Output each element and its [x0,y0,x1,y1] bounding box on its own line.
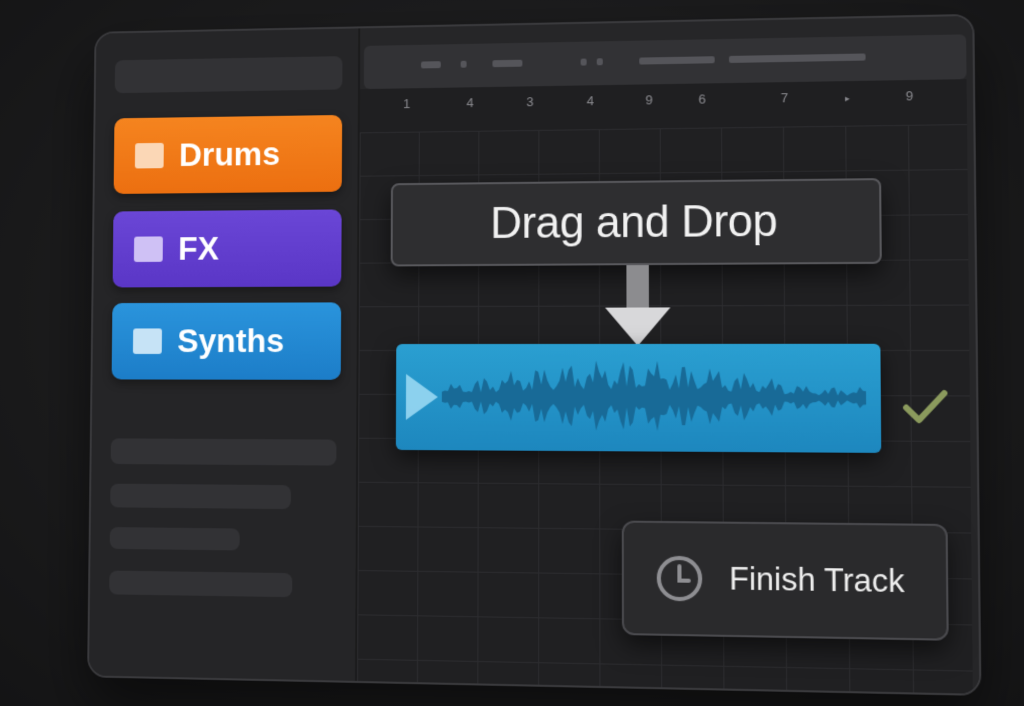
drums-swatch-icon [135,143,164,169]
sidebar-list-item[interactable] [109,571,292,598]
waveform-shape [442,360,867,432]
toolbar-control[interactable] [639,56,714,64]
clock-icon [655,554,705,604]
daw-window: Drums FX Synths 1 4 3 4 9 6 7 ▸ 9 Drag a… [87,14,981,696]
category-fx-label: FX [178,230,219,267]
stage: Drums FX Synths 1 4 3 4 9 6 7 ▸ 9 Drag a… [0,0,1024,706]
sidebar-search-placeholder[interactable] [115,56,343,93]
drag-drop-callout: Drag and Drop [391,178,882,266]
category-drums[interactable]: Drums [114,115,343,194]
synths-swatch-icon [133,328,162,354]
toolbar-control[interactable] [421,61,441,68]
checkmark-icon [902,387,949,428]
fx-swatch-icon [134,236,163,262]
category-synths-label: Synths [177,322,284,360]
category-fx[interactable]: FX [113,209,342,287]
toolbar-control[interactable] [729,53,866,63]
ruler-tick: 1 [403,96,410,111]
finish-track-label: Finish Track [729,561,905,601]
category-drums-label: Drums [179,135,280,173]
ruler-tick: 6 [698,91,705,106]
ruler-tick: 4 [466,95,473,110]
ruler-tick: 9 [645,92,652,107]
ruler-tick: 3 [526,94,533,109]
down-arrow-icon [603,265,673,348]
ruler-tick: 4 [587,93,594,108]
toolbar-control[interactable] [461,61,467,68]
finish-track-button[interactable]: Finish Track [622,521,949,641]
toolbar-control[interactable] [597,58,603,65]
waveform [396,344,881,453]
sidebar-list-item[interactable] [110,484,291,509]
playhead-marker-icon[interactable]: ▸ [845,93,850,104]
toolbar-control[interactable] [492,60,522,67]
audio-clip[interactable] [396,344,881,453]
ruler-tick: 9 [906,88,914,103]
sidebar-list-item[interactable] [110,527,240,550]
category-synths[interactable]: Synths [112,302,342,379]
sidebar-list-item[interactable] [111,438,337,465]
sidebar: Drums FX Synths [89,28,360,681]
drag-drop-label: Drag and Drop [490,196,777,249]
toolbar-control[interactable] [581,59,587,66]
ruler-tick: 7 [781,90,789,105]
play-icon [406,374,438,420]
